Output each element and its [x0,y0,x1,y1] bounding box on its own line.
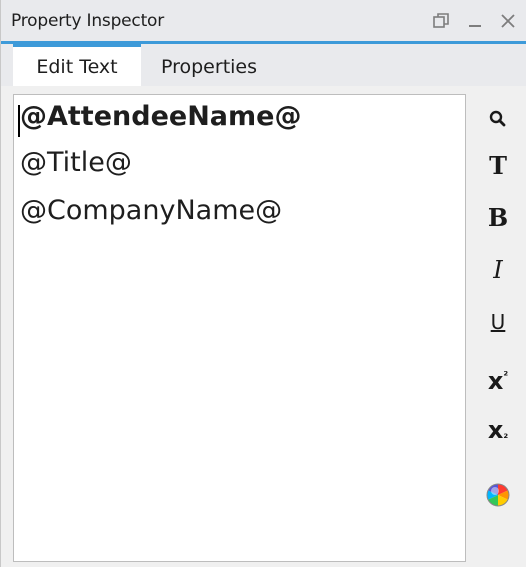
editor-line-company-name: @CompanyName@ [20,195,283,226]
panel-title: Property Inspector [11,11,165,31]
tab-properties[interactable]: Properties [141,44,277,86]
color-wheel-icon [485,483,511,506]
search-button[interactable] [473,96,523,140]
editor-line-attendee-name: @AttendeeName@ [20,101,302,132]
underline-button[interactable]: U [473,300,523,344]
underline-icon: U [490,310,506,334]
text-icon: T [489,151,507,180]
text-style-button[interactable]: T [473,144,523,188]
tab-bar: Edit Text Properties [1,44,526,86]
bold-icon: B [487,203,509,232]
restore-icon[interactable] [429,6,453,36]
formatting-toolbar: T B I U x² x₂ [473,94,523,562]
panel-titlebar[interactable]: Property Inspector [1,0,526,44]
superscript-icon: x² [487,367,509,395]
editor-line-title: @Title@ [20,147,132,178]
subscript-icon: x₂ [487,416,509,444]
text-color-button[interactable] [473,472,523,516]
property-inspector-panel: Property Inspector Edit Text Properties … [0,0,526,567]
italic-icon: I [493,256,503,284]
italic-button[interactable]: I [473,248,523,292]
text-editor[interactable]: @AttendeeName@ @Title@ @CompanyName@ [13,94,466,562]
minimize-icon[interactable] [463,6,487,36]
close-icon[interactable] [496,6,520,36]
bold-button[interactable]: B [473,196,523,240]
tab-edit-text[interactable]: Edit Text [13,44,141,86]
subscript-button[interactable]: x₂ [473,408,523,452]
search-icon [488,108,508,127]
superscript-button[interactable]: x² [473,354,523,398]
